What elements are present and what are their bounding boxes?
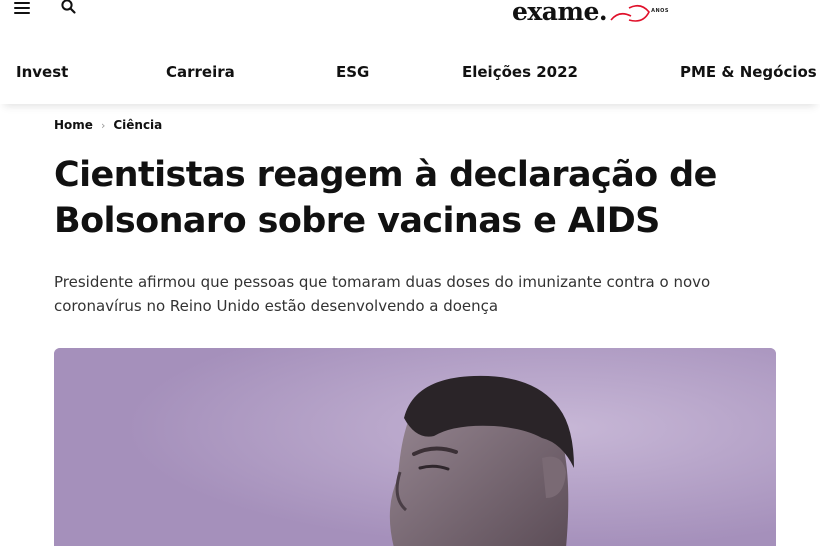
main-nav: Invest Carreira ESG Eleições 2022 PME & … bbox=[0, 42, 820, 104]
search-icon[interactable] bbox=[60, 0, 78, 16]
breadcrumb-separator: › bbox=[100, 118, 106, 132]
article-title: Cientistas reagem à declaração de Bolson… bbox=[54, 155, 717, 241]
logo-wordmark: exame. bbox=[512, 0, 608, 26]
logo-anniversary-mark: ANOS bbox=[609, 2, 679, 24]
nav-item-carreira[interactable]: Carreira bbox=[166, 63, 235, 81]
breadcrumb: Home › Ciência bbox=[54, 118, 162, 132]
nav-item-eleicoes-2022[interactable]: Eleições 2022 bbox=[462, 63, 578, 81]
top-bar: exame. ANOS bbox=[0, 0, 820, 38]
portrait-illustration bbox=[54, 348, 776, 546]
logo-anos-text: ANOS bbox=[651, 8, 669, 14]
hamburger-menu-icon[interactable] bbox=[14, 2, 30, 14]
breadcrumb-section-link[interactable]: Ciência bbox=[113, 118, 162, 132]
nav-item-pme-negocios[interactable]: PME & Negócios bbox=[680, 63, 817, 81]
nav-item-esg[interactable]: ESG bbox=[336, 63, 369, 81]
breadcrumb-home-link[interactable]: Home bbox=[54, 118, 93, 132]
exame-logo[interactable]: exame. ANOS bbox=[512, 0, 679, 24]
nav-item-invest[interactable]: Invest bbox=[16, 63, 68, 81]
article-subtitle: Presidente afirmou que pessoas que tomar… bbox=[54, 273, 711, 315]
article-hero-image bbox=[54, 348, 776, 546]
